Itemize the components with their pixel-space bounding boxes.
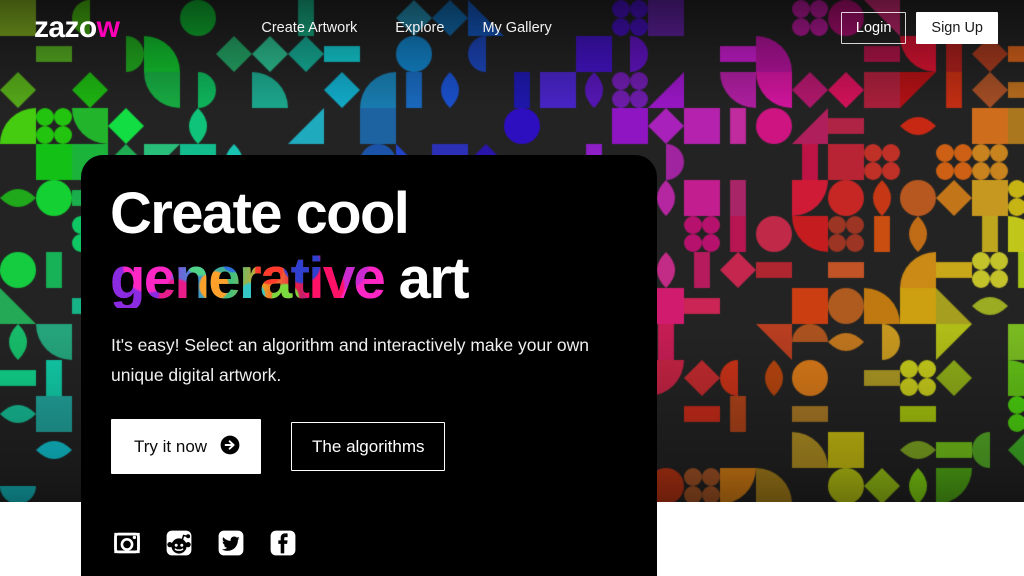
hero-card: Create cool generative art It's easy! Se… [81, 155, 657, 576]
logo[interactable]: zazow [34, 11, 120, 44]
twitter-icon[interactable] [216, 528, 246, 558]
page-title: Create cool generative art [110, 185, 633, 308]
site-header: zazow Create Artwork Explore My Gallery … [0, 0, 1024, 56]
logo-accent: w [96, 11, 120, 44]
logo-main: zazo [34, 11, 97, 44]
instagram-icon[interactable] [112, 528, 142, 558]
headline-generative-word: generative [110, 246, 385, 312]
headline-line-2: generative art [110, 246, 633, 312]
headline-art-word: art [398, 246, 470, 312]
the-algorithms-button[interactable]: The algorithms [291, 422, 446, 472]
page-root: zazow Create Artwork Explore My Gallery … [0, 0, 1024, 576]
try-it-now-label: Try it now [134, 437, 208, 457]
social-links [112, 528, 633, 558]
signup-button[interactable]: Sign Up [916, 11, 998, 45]
hero-subtitle: It's easy! Select an algorithm and inter… [111, 334, 590, 386]
main-nav: Create Artwork Explore My Gallery [261, 21, 551, 36]
hero-cta-row: Try it now The algorithms [111, 419, 633, 475]
nav-my-gallery[interactable]: My Gallery [482, 21, 551, 36]
facebook-icon[interactable] [268, 528, 298, 558]
nav-explore[interactable]: Explore [395, 21, 444, 36]
auth-buttons: Login Sign Up [840, 11, 998, 45]
arrow-right-circle-icon [220, 435, 240, 458]
headline-line-1: Create cool [110, 181, 410, 246]
try-it-now-button[interactable]: Try it now [111, 419, 262, 475]
hero-content: Create cool generative art It's easy! Se… [110, 185, 633, 558]
reddit-icon[interactable] [164, 528, 194, 558]
login-button[interactable]: Login [840, 11, 907, 45]
nav-create-artwork[interactable]: Create Artwork [261, 21, 357, 36]
